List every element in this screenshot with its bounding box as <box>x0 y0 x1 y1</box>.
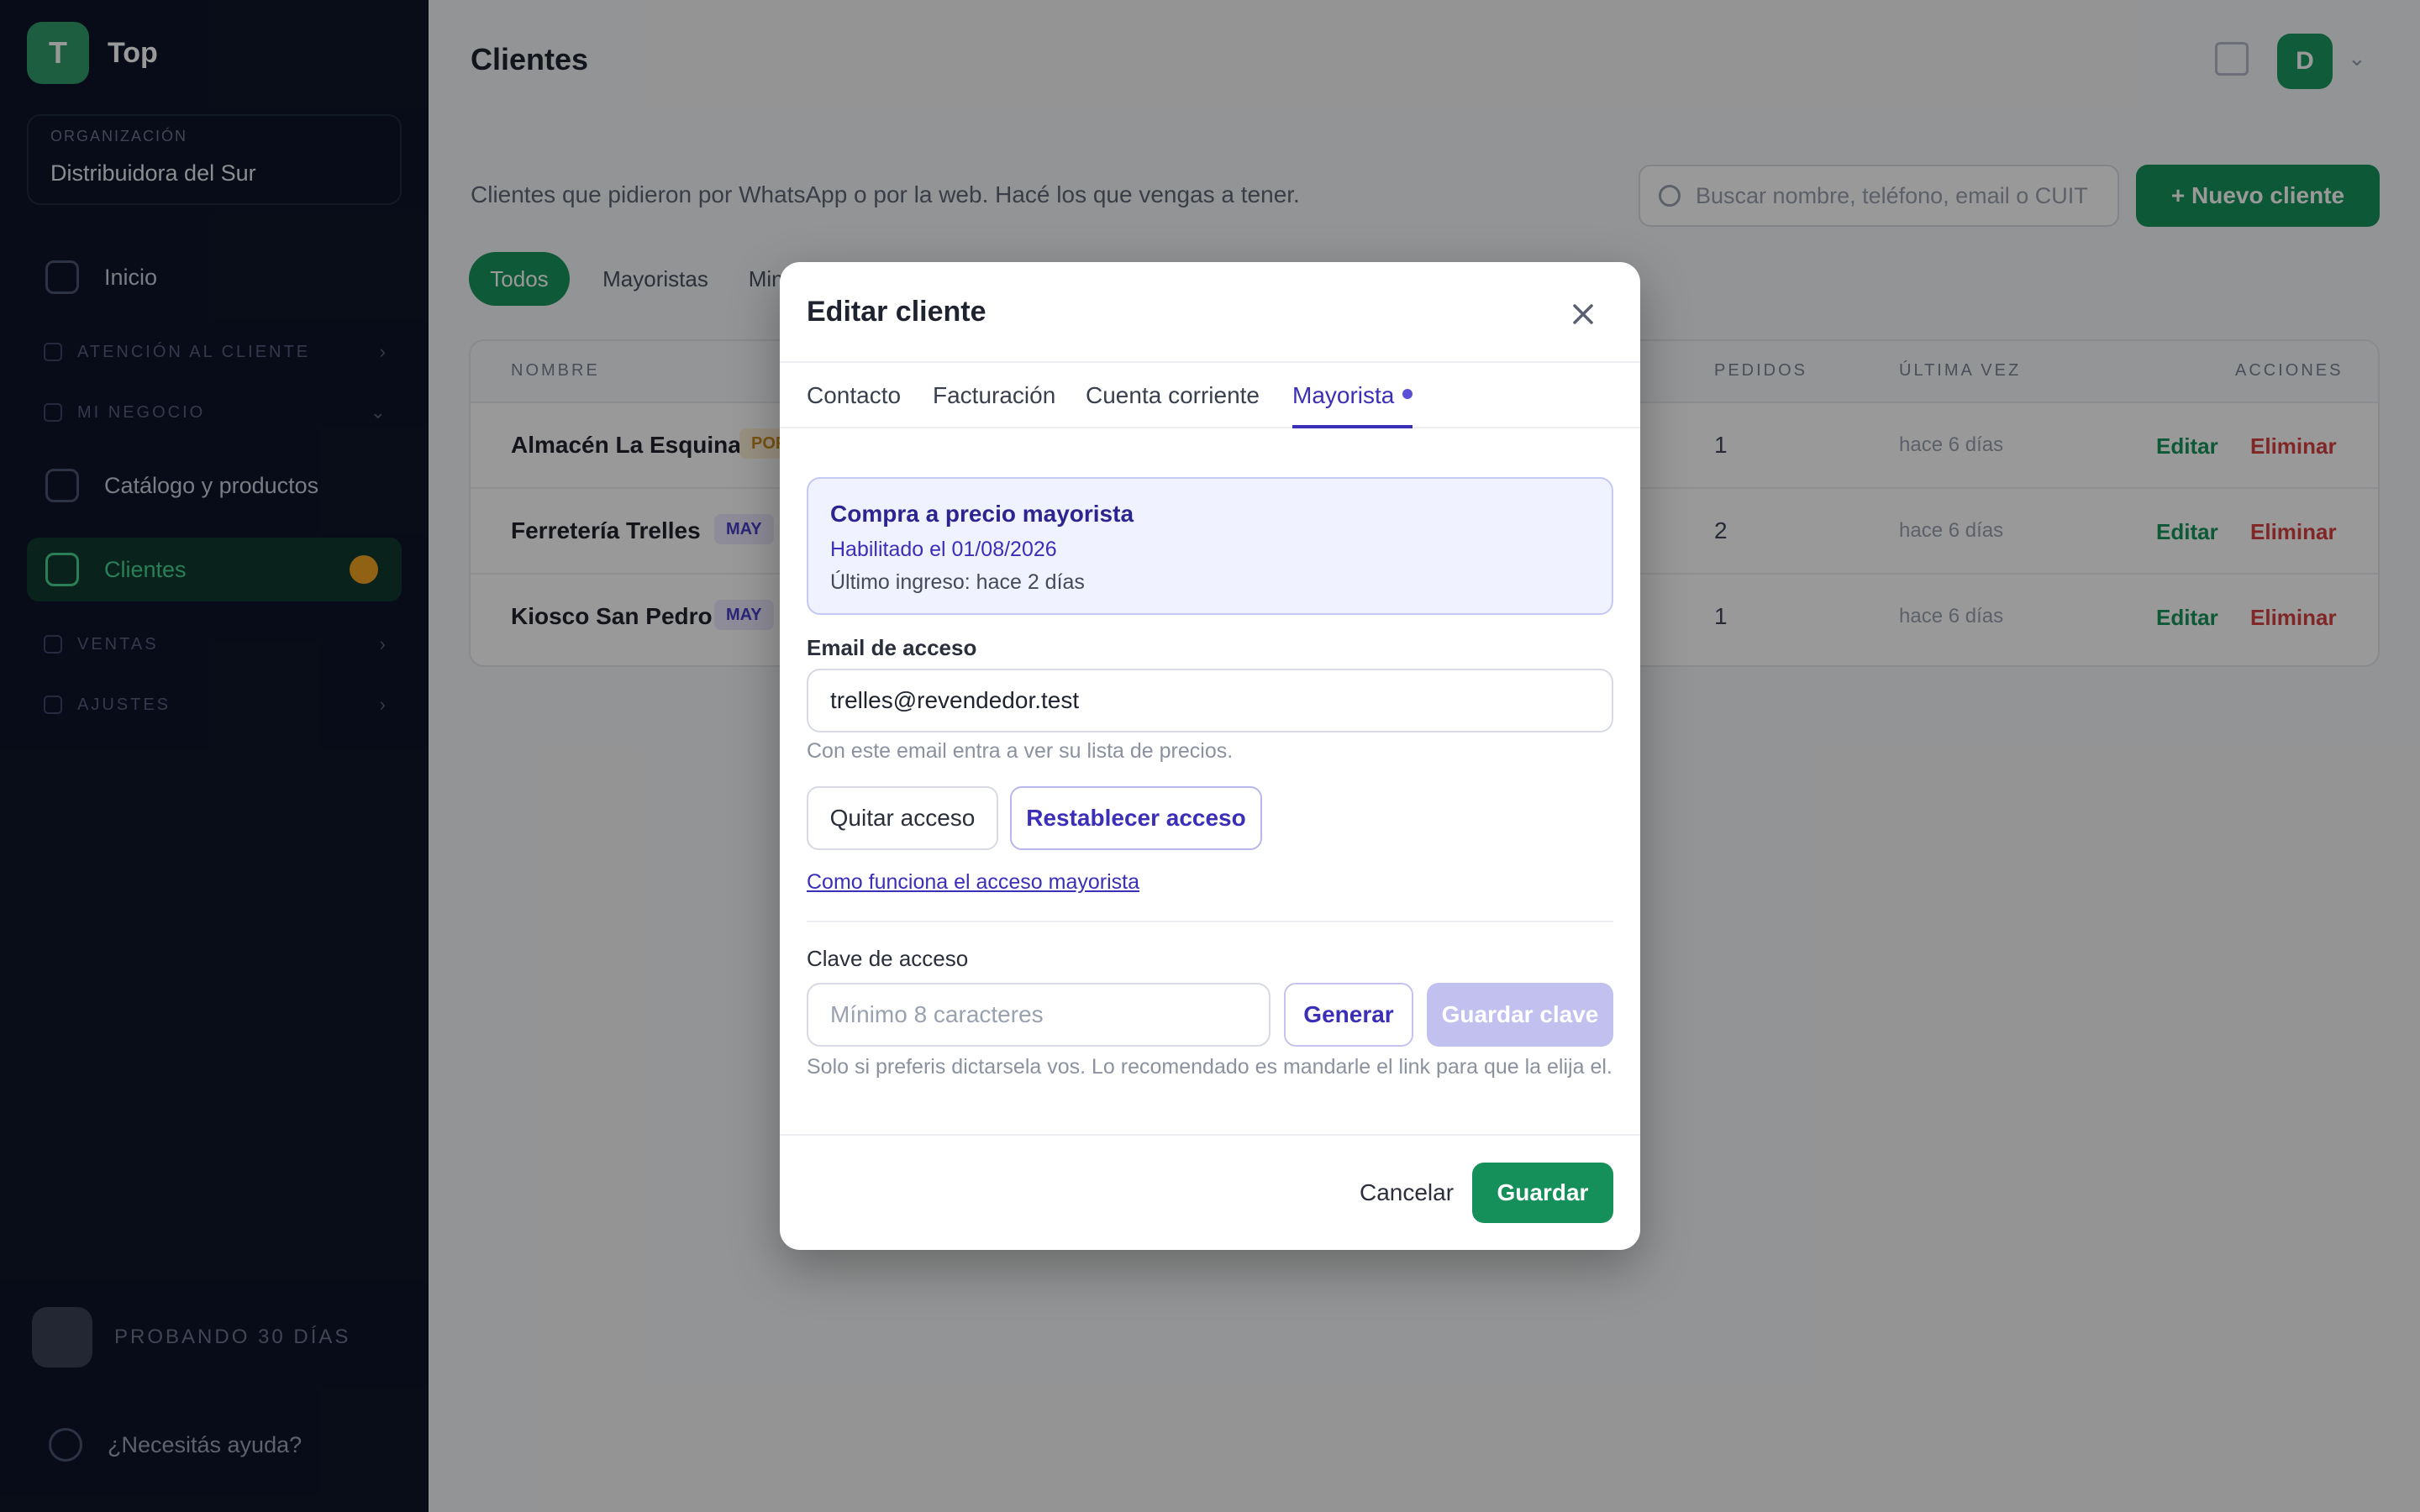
save-button[interactable]: Guardar <box>1472 1163 1613 1223</box>
modal-title: Editar cliente <box>807 296 986 328</box>
modal-footer: Cancelar Guardar <box>780 1134 1640 1250</box>
generate-password-button[interactable]: Generar <box>1284 983 1413 1047</box>
close-icon <box>1573 304 1593 324</box>
email-help-text: Con este email entra a ver su lista de p… <box>807 739 1234 763</box>
cancel-button[interactable]: Cancelar <box>1333 1163 1481 1223</box>
tab-cuenta-corriente[interactable]: Cuenta corriente <box>1086 363 1260 428</box>
edit-client-modal: Editar cliente Contacto Facturación Cuen… <box>780 262 1640 1250</box>
status-dot <box>1402 388 1413 399</box>
remove-access-button[interactable]: Quitar acceso <box>807 786 998 850</box>
password-label: Clave de acceso <box>807 946 969 971</box>
close-button[interactable] <box>1565 296 1602 333</box>
tab-mayorista[interactable]: Mayorista <box>1292 363 1413 428</box>
wholesale-enabled-date: Habilitado el 01/08/2026 <box>830 538 1057 561</box>
email-label: Email de acceso <box>807 635 977 660</box>
wholesale-status-box: Compra a precio mayorista Habilitado el … <box>807 477 1613 615</box>
modal-header: Editar cliente <box>780 262 1640 363</box>
tab-contacto[interactable]: Contacto <box>807 363 901 428</box>
reset-access-button[interactable]: Restablecer acceso <box>1010 786 1262 850</box>
wholesale-help-link[interactable]: Como funciona el acceso mayorista <box>807 870 1139 895</box>
wholesale-last-login: Último ingreso: hace 2 días <box>830 570 1085 594</box>
email-field[interactable] <box>807 669 1613 732</box>
password-help-text: Solo si preferis dictarsela vos. Lo reco… <box>807 1055 1612 1079</box>
save-password-button[interactable]: Guardar clave <box>1427 983 1613 1047</box>
tab-label: Mayorista <box>1292 382 1395 408</box>
divider <box>807 921 1613 922</box>
wholesale-status-title: Compra a precio mayorista <box>830 501 1134 527</box>
tab-facturacion[interactable]: Facturación <box>933 363 1055 428</box>
password-field[interactable] <box>807 983 1270 1047</box>
modal-tabs: Contacto Facturación Cuenta corriente Ma… <box>780 363 1640 428</box>
